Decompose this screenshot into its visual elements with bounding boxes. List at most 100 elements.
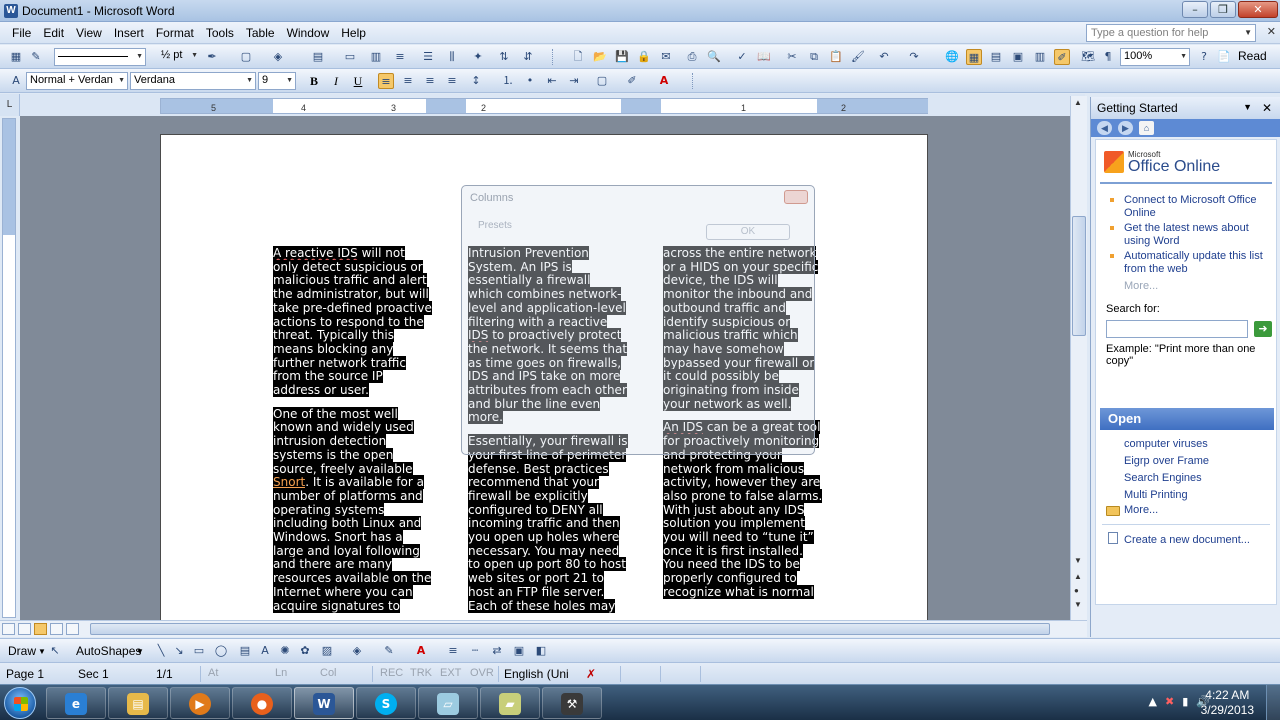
outside-border-icon[interactable]: ▢: [594, 73, 610, 89]
connect-office-online-link[interactable]: Connect to Microsoft Office Online: [1124, 194, 1274, 220]
align-center-icon[interactable]: ≡: [400, 73, 416, 89]
outline-view-button[interactable]: [50, 623, 63, 635]
horizontal-scrollbar[interactable]: [0, 620, 1087, 637]
minimize-button[interactable]: –: [1182, 1, 1208, 18]
vertical-scrollbar[interactable]: ▲ ▼ ▲ ● ▼: [1070, 96, 1087, 620]
toolbar-grip[interactable]: [552, 49, 555, 65]
paragraph[interactable]: Essentially, your firewall is your first…: [468, 434, 628, 613]
search-go-icon[interactable]: ➜: [1254, 321, 1272, 337]
arrow-style-icon[interactable]: ⇄: [490, 644, 504, 658]
create-new-document-link[interactable]: Create a new document...: [1124, 534, 1250, 546]
font-select[interactable]: Verdana ▼: [130, 72, 256, 90]
menu-window[interactable]: Window: [281, 23, 336, 43]
close-button[interactable]: ✕: [1238, 1, 1278, 18]
status-ext[interactable]: EXT: [440, 667, 461, 679]
menu-format[interactable]: Format: [150, 23, 200, 43]
diagram-icon[interactable]: ✺: [278, 644, 292, 658]
paragraph[interactable]: One of the most well known and widely us…: [273, 406, 433, 614]
recent-file-link[interactable]: Multi Printing: [1124, 489, 1188, 501]
system-clock[interactable]: 4:22 AM 3/29/2013: [1201, 688, 1254, 718]
open-icon[interactable]: 📂: [592, 49, 608, 65]
menu-table[interactable]: Table: [240, 23, 281, 43]
new-document-icon[interactable]: 🗋: [570, 49, 586, 65]
line-icon[interactable]: ╲: [154, 644, 168, 658]
help-icon[interactable]: ?: [1196, 49, 1212, 65]
change-direction-icon[interactable]: ⇅: [496, 49, 512, 65]
styles-formatting-icon[interactable]: A: [8, 73, 24, 89]
close-icon[interactable]: ✕: [1262, 101, 1272, 115]
undo-icon[interactable]: ↶: [876, 49, 892, 65]
recent-file-link[interactable]: Search Engines: [1124, 472, 1202, 484]
scroll-down-icon[interactable]: ▼: [1074, 556, 1082, 565]
show-desktop-button[interactable]: [1266, 685, 1280, 720]
print-preview-icon[interactable]: 🔍: [706, 49, 722, 65]
distribute-columns-icon[interactable]: ⫼: [444, 49, 460, 65]
hyperlink[interactable]: Snort: [273, 475, 306, 490]
split-cells-icon[interactable]: ▥: [368, 49, 384, 65]
document-map-icon[interactable]: 🗺: [1080, 49, 1096, 65]
search-input[interactable]: [1106, 320, 1248, 338]
show-hidden-icons-icon[interactable]: ▲: [1149, 695, 1157, 708]
reading-view-button[interactable]: [66, 623, 79, 635]
oval-icon[interactable]: ◯: [214, 644, 228, 658]
font-color-icon[interactable]: A: [656, 73, 672, 89]
bullets-icon[interactable]: •: [522, 73, 538, 89]
autoformat-icon[interactable]: ✦: [470, 49, 486, 65]
forward-icon[interactable]: ▶: [1118, 121, 1133, 135]
sort-icon[interactable]: ⇵: [520, 49, 536, 65]
recent-file-link[interactable]: Eigrp over Frame: [1124, 455, 1209, 467]
underline-button[interactable]: U: [350, 73, 366, 89]
italic-button[interactable]: I: [328, 73, 344, 89]
line-spacing-icon[interactable]: ↕: [468, 73, 484, 89]
autoshapes-menu[interactable]: AutoShapes: [76, 644, 141, 658]
taskbar-firefox[interactable]: ●: [232, 687, 292, 719]
latest-news-link[interactable]: Get the latest news about using Word: [1124, 222, 1274, 248]
read-icon[interactable]: 📄: [1216, 49, 1232, 65]
distribute-rows-icon[interactable]: ☰: [420, 49, 436, 65]
font-color-icon[interactable]: A: [414, 644, 428, 658]
3d-style-icon[interactable]: ◧: [534, 644, 548, 658]
line-weight-select[interactable]: ½ pt ▼: [158, 48, 200, 66]
start-button[interactable]: [4, 687, 36, 719]
redo-icon[interactable]: ↷: [906, 49, 922, 65]
merge-cells-icon[interactable]: ▭: [342, 49, 358, 65]
menu-tools[interactable]: Tools: [200, 23, 240, 43]
clip-art-icon[interactable]: ✿: [298, 644, 312, 658]
highlight-icon[interactable]: ✐: [624, 73, 640, 89]
format-painter-icon[interactable]: 🖌: [850, 49, 866, 65]
new-table-icon[interactable]: ▦: [8, 49, 24, 65]
bold-button[interactable]: B: [306, 73, 322, 89]
picture-icon[interactable]: ▨: [320, 644, 334, 658]
spelling-icon[interactable]: ✓: [734, 49, 750, 65]
select-browse-object-icon[interactable]: ●: [1074, 586, 1079, 595]
columns-icon[interactable]: ▥: [1032, 49, 1048, 65]
read-button[interactable]: Read: [1238, 49, 1267, 63]
eraser-icon[interactable]: ✎: [28, 49, 44, 65]
web-view-button[interactable]: [18, 623, 31, 635]
next-page-icon[interactable]: ▼: [1074, 600, 1082, 609]
decrease-indent-icon[interactable]: ⇤: [544, 73, 560, 89]
status-language[interactable]: English (Uni: [504, 667, 569, 681]
draw-menu[interactable]: Draw: [8, 644, 36, 658]
normal-view-button[interactable]: [2, 623, 15, 635]
numbering-icon[interactable]: ⒈: [500, 73, 516, 89]
email-icon[interactable]: ✉: [658, 49, 674, 65]
arrow-icon[interactable]: ↘: [172, 644, 186, 658]
taskbar-explorer[interactable]: ▤: [108, 687, 168, 719]
copy-icon[interactable]: ⧉: [806, 49, 822, 65]
menu-file[interactable]: File: [6, 23, 37, 43]
align-icon[interactable]: ≡: [392, 49, 408, 65]
shading-color-icon[interactable]: ◈: [270, 49, 286, 65]
spelling-status-icon[interactable]: ✗: [586, 667, 596, 681]
insert-table-icon[interactable]: ▤: [310, 49, 326, 65]
scroll-thumb[interactable]: [1072, 216, 1086, 336]
print-icon[interactable]: ⎙: [684, 49, 700, 65]
rectangle-icon[interactable]: ▭: [192, 644, 206, 658]
scroll-up-icon[interactable]: ▲: [1074, 98, 1082, 107]
increase-indent-icon[interactable]: ⇥: [566, 73, 582, 89]
taskbar-app-3[interactable]: ⚒: [542, 687, 602, 719]
tab-selector-icon[interactable]: L: [0, 94, 20, 116]
auto-update-link[interactable]: Automatically update this list from the …: [1124, 250, 1274, 276]
font-size-select[interactable]: 9 ▼: [258, 72, 296, 90]
toolbar-grip-2[interactable]: [692, 73, 695, 89]
